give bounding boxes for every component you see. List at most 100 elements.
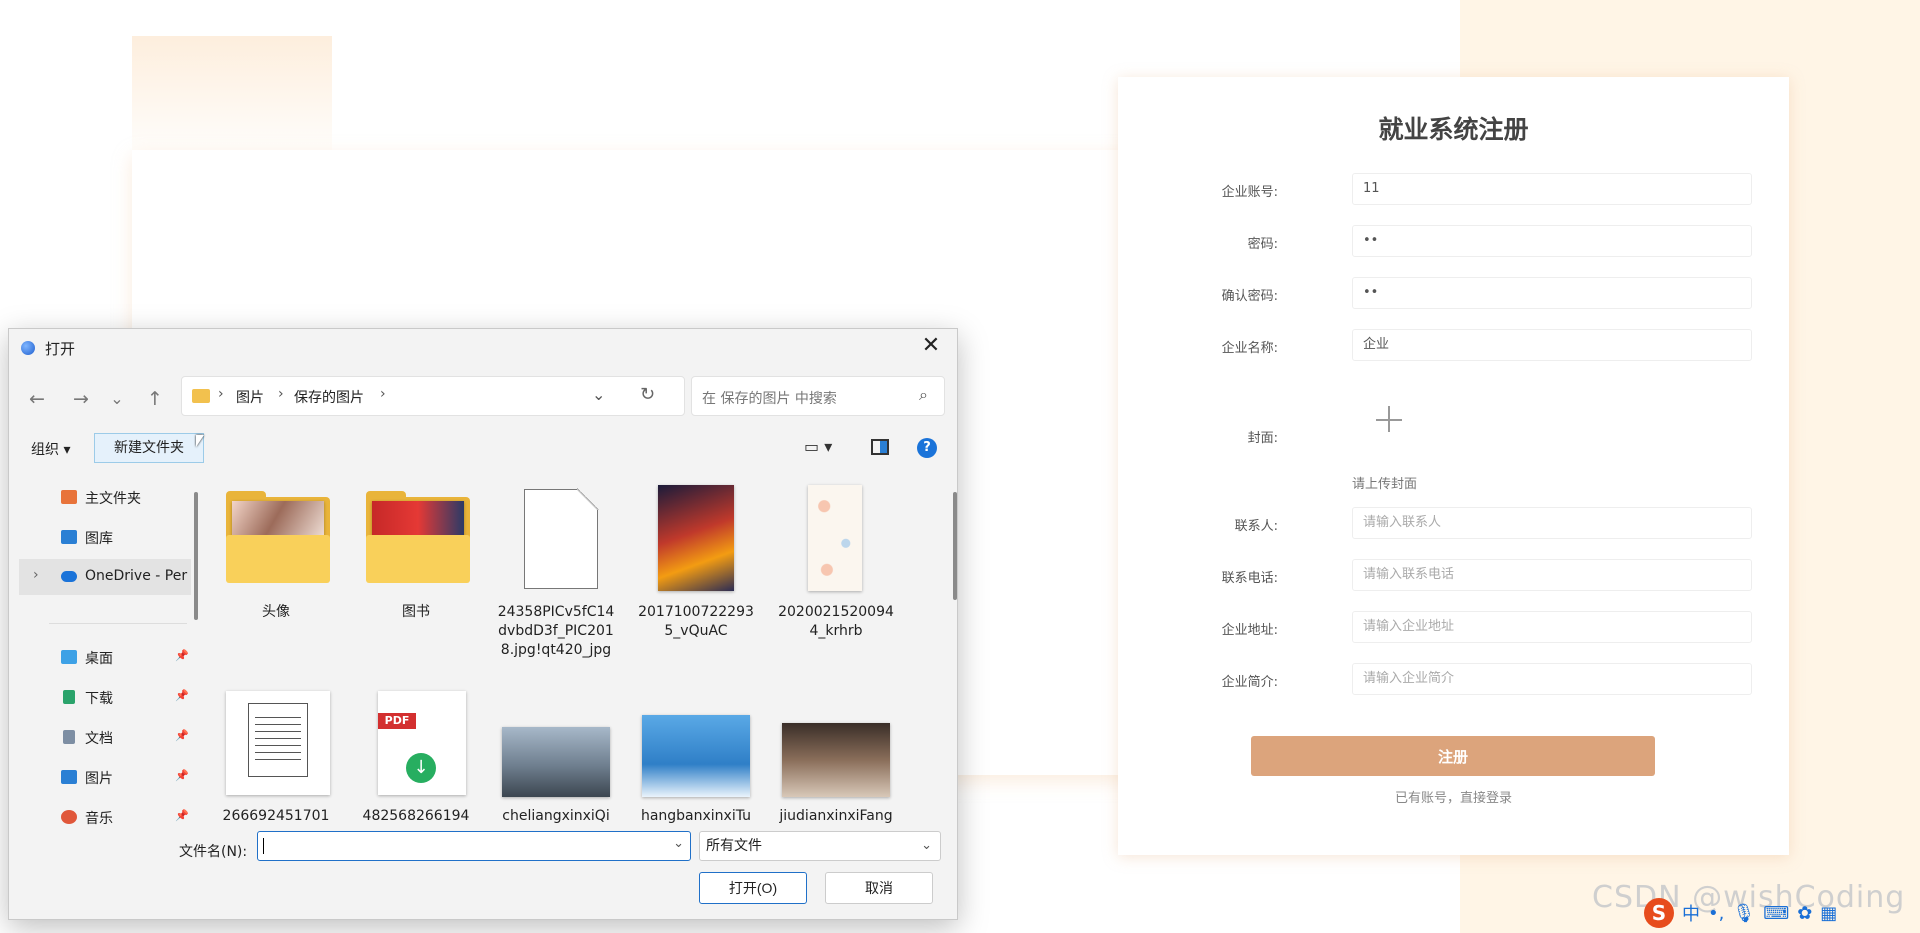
sidebar-item-label: 图库	[85, 531, 113, 547]
sidebar-item-label: 图片	[85, 771, 113, 787]
password-input[interactable]: ••	[1352, 225, 1752, 257]
open-button[interactable]: 打开(O)	[699, 872, 807, 904]
sidebar-item-onedrive[interactable]: › OneDrive - Per	[19, 559, 191, 595]
intro-input[interactable]: 请输入企业简介	[1352, 663, 1752, 695]
breadcrumb-item-saved-pictures[interactable]: 保存的图片	[294, 387, 364, 407]
sidebar-item-label: OneDrive - Per	[85, 568, 188, 584]
login-link[interactable]: 已有账号，直接登录	[1118, 787, 1789, 806]
filetype-value: 所有文件	[706, 838, 762, 854]
sidebar-item-documents[interactable]: 文档 📌	[19, 719, 191, 755]
keyboard-icon[interactable]: ⌨	[1763, 903, 1789, 924]
file-list-scrollbar[interactable]	[953, 492, 957, 600]
preview-pane-icon[interactable]	[871, 439, 889, 455]
company-name-input[interactable]: 企业	[1352, 329, 1752, 361]
view-options-icon[interactable]: ▭ ▾	[804, 437, 832, 456]
list-item[interactable]: jiudianxinxiFang	[775, 689, 897, 826]
list-item[interactable]: PDF ↓ 482568266194	[355, 689, 477, 826]
sidebar-item-home[interactable]: 主文件夹	[19, 479, 191, 515]
list-item[interactable]: 20171007222935_vQuAC	[635, 485, 757, 641]
image-thumbnail	[808, 485, 862, 591]
sidebar-item-downloads[interactable]: 下载 📌	[19, 679, 191, 715]
account-input[interactable]: 11	[1352, 173, 1752, 205]
app-icon	[21, 341, 35, 355]
navigation-scrollbar[interactable]	[194, 492, 198, 620]
list-item[interactable]: 24358PICv5fC14dvbdD3f_PIC2018.jpg!qt420_…	[495, 485, 617, 660]
list-item[interactable]: cheliangxinxiQi	[495, 689, 617, 826]
cancel-button[interactable]: 取消	[825, 872, 933, 904]
ime-logo-icon[interactable]: S	[1644, 898, 1674, 928]
pin-icon[interactable]: 📌	[175, 689, 189, 702]
list-item[interactable]: 头像	[215, 485, 337, 622]
organize-menu[interactable]: 组织 ▾	[31, 439, 70, 459]
address-bar[interactable]: › 图片 › 保存的图片 › ⌄ ↻	[181, 376, 685, 416]
filename-input[interactable]: ⌄	[257, 831, 691, 861]
chevron-down-icon[interactable]: ⌄	[592, 385, 605, 404]
phone-input[interactable]: 请输入联系电话	[1352, 559, 1752, 591]
page-fold	[577, 488, 599, 510]
field-label: 密码:	[1247, 237, 1278, 252]
sidebar-divider	[49, 623, 187, 624]
microphone-icon[interactable]: 🎙	[1732, 903, 1755, 924]
breadcrumb-separator-icon: ›	[218, 386, 224, 402]
sidebar-item-label: 主文件夹	[85, 491, 141, 507]
pin-icon[interactable]: 📌	[175, 769, 189, 782]
search-input[interactable]: 在 保存的图片 中搜索	[702, 388, 837, 408]
download-icon	[63, 690, 75, 704]
up-arrow-icon[interactable]: ↑	[141, 385, 169, 413]
sidebar-item-desktop[interactable]: 桌面 📌	[19, 639, 191, 675]
field-label: 联系电话:	[1221, 571, 1278, 586]
recent-locations-chevron-icon[interactable]: ⌄	[103, 385, 131, 413]
search-box[interactable]: 在 保存的图片 中搜索 ⌕	[691, 376, 945, 416]
sidebar-item-pictures[interactable]: 图片 📌	[19, 759, 191, 795]
close-button[interactable]: ✕	[915, 331, 947, 361]
skin-icon[interactable]: ✿	[1797, 903, 1812, 924]
list-item[interactable]: 266692451701	[215, 689, 337, 826]
blank-file-icon	[524, 488, 599, 589]
field-label: 企业账号:	[1221, 185, 1278, 200]
ime-language-toggle[interactable]: 中	[1682, 900, 1700, 926]
breadcrumb-item-pictures[interactable]: 图片	[236, 387, 264, 407]
file-name: jiudianxinxiFang	[779, 808, 893, 824]
help-icon[interactable]: ?	[917, 438, 937, 458]
pin-icon[interactable]: 📌	[175, 649, 189, 662]
contact-input[interactable]: 请输入联系人	[1352, 507, 1752, 539]
sidebar-item-label: 音乐	[85, 811, 113, 827]
form-row-password: 密码: ••	[1198, 225, 1793, 259]
registration-card: 就业系统注册 企业账号: 11 密码: •• 确认密码: •• 企业名称: 企业…	[1118, 77, 1789, 855]
image-thumbnail	[782, 723, 890, 797]
list-item[interactable]: 图书	[355, 485, 477, 622]
list-item[interactable]: 20200215200944_krhrb	[775, 485, 897, 641]
expand-arrow-icon[interactable]: ›	[33, 567, 39, 583]
field-label: 企业简介:	[1221, 675, 1278, 690]
pin-icon[interactable]: 📌	[175, 729, 189, 742]
pin-icon[interactable]: 📌	[175, 809, 189, 822]
forward-arrow-icon[interactable]: →	[67, 385, 95, 413]
new-folder-button[interactable]: 新建文件夹	[94, 433, 204, 463]
toolbox-icon[interactable]: ▦	[1820, 903, 1837, 924]
pdf-thumbnail: PDF ↓	[378, 691, 466, 795]
refresh-icon[interactable]: ↻	[640, 384, 655, 405]
search-icon[interactable]: ⌕	[919, 385, 928, 405]
chevron-down-icon[interactable]: ⌄	[673, 836, 684, 851]
ime-punctuation-toggle[interactable]: •,	[1708, 903, 1724, 924]
file-name: 头像	[262, 604, 290, 620]
music-icon	[61, 810, 77, 824]
field-label: 联系人:	[1234, 519, 1278, 534]
form-row-company-name: 企业名称: 企业	[1198, 329, 1793, 363]
register-button[interactable]: 注册	[1251, 736, 1655, 776]
breadcrumb-separator-icon: ›	[380, 386, 386, 402]
confirm-password-input[interactable]: ••	[1352, 277, 1752, 309]
sidebar-item-music[interactable]: 音乐 📌	[19, 799, 191, 835]
filetype-select[interactable]: 所有文件 ⌄	[699, 831, 941, 861]
address-input[interactable]: 请输入企业地址	[1352, 611, 1752, 643]
list-item[interactable]: hangbanxinxiTu	[635, 689, 757, 826]
form-row-address: 企业地址: 请输入企业地址	[1198, 611, 1793, 645]
sidebar-item-gallery[interactable]: 图库	[19, 519, 191, 555]
form-row-cover: 封面: 请上传封面	[1198, 381, 1793, 501]
cover-upload[interactable]	[1352, 381, 1428, 457]
filename-label: 文件名(N):	[179, 844, 248, 860]
back-arrow-icon[interactable]: ←	[23, 385, 51, 413]
pdf-badge: PDF	[378, 713, 416, 729]
breadcrumb-separator-icon: ›	[278, 386, 284, 402]
folder-front	[366, 535, 470, 583]
